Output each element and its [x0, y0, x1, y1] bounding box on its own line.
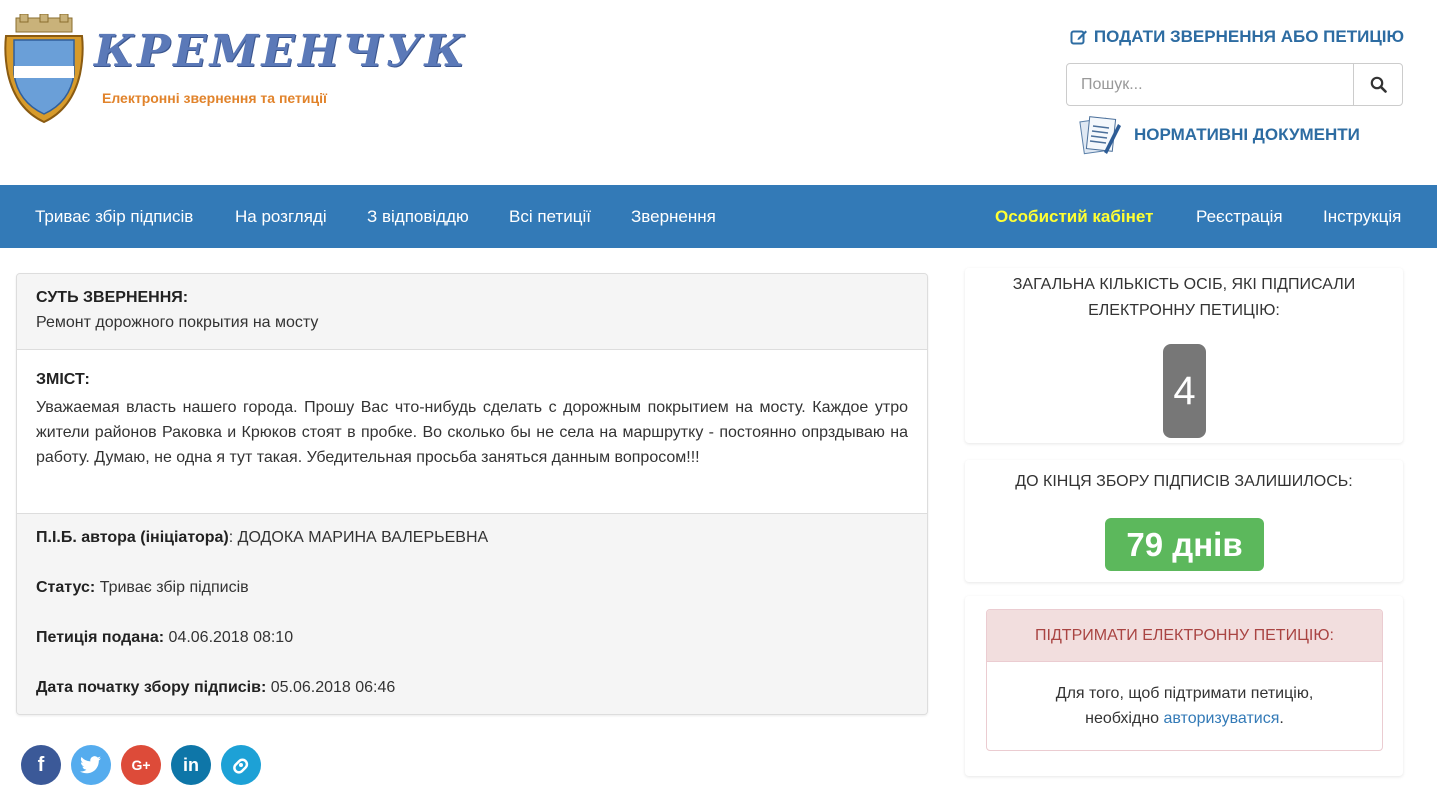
submit-petition-label: ПОДАТИ ЗВЕРНЕННЯ АБО ПЕТИЦІЮ: [1093, 27, 1404, 46]
social-share-bar: f G+ in: [21, 745, 261, 785]
summary-label: СУТЬ ЗВЕРНЕННЯ:: [36, 289, 189, 306]
nav-item-instructions[interactable]: Інструкція: [1323, 185, 1401, 248]
support-body: Для того, щоб підтримати петицію, необхі…: [987, 662, 1382, 731]
submit-petition-link[interactable]: ПОДАТИ ЗВЕРНЕННЯ АБО ПЕТИЦІЮ: [1070, 27, 1404, 47]
edit-icon: [1070, 30, 1087, 45]
nav-item-registration[interactable]: Реєстрація: [1196, 185, 1283, 248]
twitter-bird-icon: [80, 756, 101, 774]
link-icon: [233, 758, 249, 774]
facebook-glyph: f: [37, 753, 45, 776]
facebook-icon[interactable]: f: [21, 745, 61, 785]
content-label: ЗМІСТ:: [36, 371, 90, 388]
normative-docs-label: НОРМАТИВНІ ДОКУМЕНТИ: [1134, 125, 1360, 144]
submitted-label: Петиція подана:: [36, 629, 165, 646]
start-date-row: Дата початку збору підписів: 05.06.2018 …: [36, 679, 395, 697]
main-navbar: Триває збір підписів На розгляді З відпо…: [0, 185, 1437, 248]
search-box: [1066, 63, 1403, 106]
remaining-title: ДО КІНЦЯ ЗБОРУ ПІДПИСІВ ЗАЛИШИЛОСЬ:: [1015, 473, 1353, 490]
site-header: КРЕМЕНЧУК Електронні звернення та петиці…: [0, 0, 1437, 185]
authorize-link[interactable]: авторизуватися: [1164, 710, 1280, 727]
petition-panel: СУТЬ ЗВЕРНЕННЯ: Ремонт дорожного покрыти…: [16, 273, 928, 715]
site-logo-subtitle: Електронні звернення та петиції: [102, 90, 327, 106]
start-date-value: 05.06.2018 06:46: [266, 679, 396, 696]
petition-content: ЗМІСТ: Уважаемая власть нашего города. П…: [17, 350, 927, 514]
nav-item-appeals[interactable]: Звернення: [631, 185, 716, 248]
status-label: Статус:: [36, 579, 96, 596]
submitted-row: Петиція подана: 04.06.2018 08:10: [36, 629, 293, 647]
support-text-prefix: необхідно: [1085, 710, 1164, 727]
support-text-line1: Для того, щоб підтримати петицію,: [1055, 685, 1314, 702]
share-link-icon[interactable]: [221, 745, 261, 785]
normative-docs-link[interactable]: НОРМАТИВНІ ДОКУМЕНТИ: [1076, 112, 1360, 158]
documents-icon: [1079, 116, 1121, 155]
content-text: Уважаемая власть нашего города. Прошу Ва…: [36, 399, 908, 466]
submitted-value: 04.06.2018 08:10: [164, 629, 294, 646]
support-text-line2: необхідно авторизуватися.: [987, 706, 1382, 731]
petition-meta: П.І.Б. автора (ініціатора): ДОДОКА МАРИН…: [17, 514, 927, 714]
support-title: ПІДТРИМАТИ ЕЛЕКТРОННУ ПЕТИЦІЮ:: [987, 610, 1382, 662]
nav-item-under-review[interactable]: На розгляді: [235, 185, 327, 248]
author-value: : ДОДОКА МАРИНА ВАЛЕРЬЕВНА: [228, 529, 489, 546]
signers-card: ЗАГАЛЬНА КІЛЬКІСТЬ ОСІБ, ЯКІ ПІДПИСАЛИ Е…: [965, 268, 1403, 443]
summary-text: Ремонт дорожного покрытия на мосту: [36, 314, 319, 331]
nav-item-all-petitions[interactable]: Всі петиції: [509, 185, 591, 248]
signers-title: ЗАГАЛЬНА КІЛЬКІСТЬ ОСІБ, ЯКІ ПІДПИСАЛИ Е…: [1012, 276, 1356, 319]
nav-item-personal-cabinet[interactable]: Особистий кабінет: [995, 185, 1153, 248]
support-card: ПІДТРИМАТИ ЕЛЕКТРОННУ ПЕТИЦІЮ: Для того,…: [965, 596, 1403, 776]
search-input[interactable]: [1067, 64, 1353, 105]
remaining-days-card: ДО КІНЦЯ ЗБОРУ ПІДПИСІВ ЗАЛИШИЛОСЬ: 79 д…: [965, 460, 1403, 582]
search-icon: [1370, 76, 1387, 93]
status-row: Статус: Триває збір підписів: [36, 579, 249, 597]
linkedin-glyph: in: [183, 754, 199, 775]
nav-item-answered[interactable]: З відповіддю: [367, 185, 469, 248]
search-button[interactable]: [1353, 64, 1402, 105]
google-plus-glyph: G+: [131, 757, 151, 773]
google-plus-icon[interactable]: G+: [121, 745, 161, 785]
support-text-suffix: .: [1279, 710, 1284, 727]
remaining-days-badge: 79 днів: [1105, 518, 1264, 571]
petition-summary: СУТЬ ЗВЕРНЕННЯ: Ремонт дорожного покрыти…: [17, 274, 927, 350]
author-label: П.І.Б. автора (ініціатора): [36, 529, 229, 546]
support-panel: ПІДТРИМАТИ ЕЛЕКТРОННУ ПЕТИЦІЮ: Для того,…: [986, 609, 1383, 751]
signers-count-badge: 4: [1163, 344, 1206, 438]
nav-item-collecting[interactable]: Триває збір підписів: [35, 185, 193, 248]
start-date-label: Дата початку збору підписів:: [36, 679, 267, 696]
status-value: Триває збір підписів: [95, 579, 249, 596]
author-row: П.І.Б. автора (ініціатора): ДОДОКА МАРИН…: [36, 529, 488, 547]
twitter-icon[interactable]: [71, 745, 111, 785]
site-logo-title[interactable]: КРЕМЕНЧУК: [94, 26, 467, 77]
city-crest-icon[interactable]: [4, 14, 84, 124]
linkedin-icon[interactable]: in: [171, 745, 211, 785]
